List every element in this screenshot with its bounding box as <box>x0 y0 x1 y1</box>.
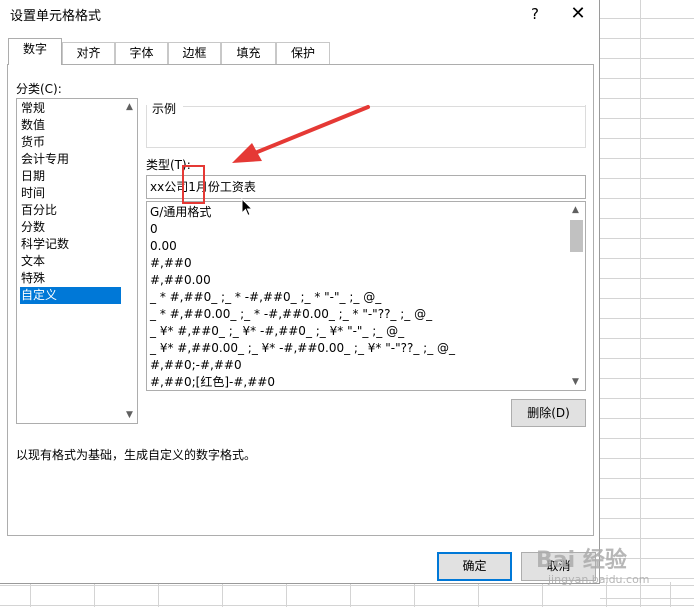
watermark-logo: Bai 经验 <box>536 548 627 573</box>
watermark-url: jingyan.baidu.com <box>548 573 650 586</box>
mouse-cursor-icon <box>241 198 254 217</box>
tab-number[interactable]: 数字 <box>8 38 62 65</box>
annotation-arrow-icon <box>232 105 370 163</box>
baidu-watermark: Bai 经验 jingyan.baidu.com <box>528 542 678 592</box>
